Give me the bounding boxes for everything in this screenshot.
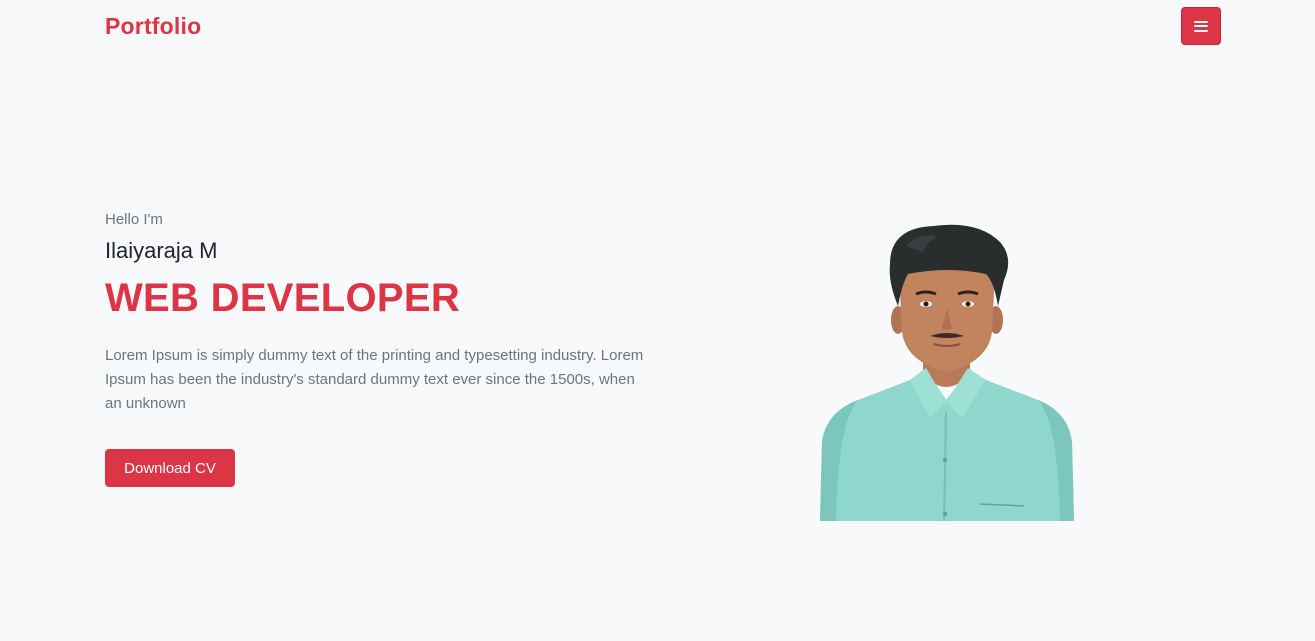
hero-greeting: Hello I'm xyxy=(105,211,163,228)
navbar: Portfolio xyxy=(0,0,1315,54)
profile-photo xyxy=(818,222,1076,521)
hero-intro: Hello I'm Ilaiyaraja M WEB DEVELOPER Lor… xyxy=(105,211,665,416)
page: Portfolio Hello I'm Ilaiyaraja M WEB DEV… xyxy=(0,0,1315,641)
hero-name: Ilaiyaraja M xyxy=(105,238,218,263)
hero-role: WEB DEVELOPER xyxy=(105,276,461,320)
hamburger-icon xyxy=(1194,20,1208,32)
menu-toggle-button[interactable] xyxy=(1181,7,1221,45)
download-cv-button[interactable]: Download CV xyxy=(105,449,235,487)
hero-description: Lorem Ipsum is simply dummy text of the … xyxy=(105,347,644,412)
brand-logo-link[interactable]: Portfolio xyxy=(105,13,201,40)
